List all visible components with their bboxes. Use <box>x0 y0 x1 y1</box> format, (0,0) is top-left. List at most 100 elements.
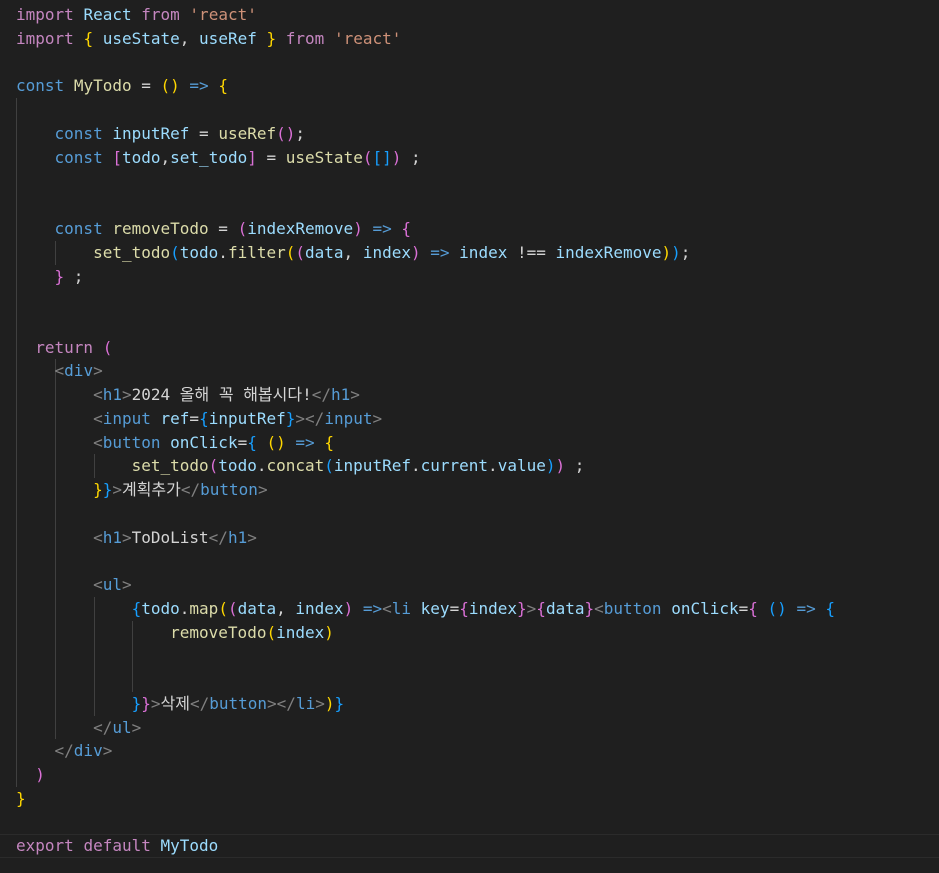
code-line[interactable]: ) <box>16 763 45 787</box>
code-token: h1 <box>102 528 122 547</box>
code-token: button <box>603 599 662 618</box>
code-token: } <box>584 599 595 618</box>
code-token: ></ <box>267 694 296 713</box>
code-line[interactable]: set_todo(todo.filter((data, index) => in… <box>16 241 690 265</box>
code-token: ) <box>343 599 354 618</box>
code-line[interactable]: const [todo,set_todo] = useState([]) ; <box>16 146 421 170</box>
code-token: const <box>54 124 103 143</box>
code-token: !== <box>507 243 556 262</box>
code-token: ( <box>237 219 248 238</box>
code-token: ) <box>391 148 402 167</box>
code-token: div <box>73 741 103 760</box>
code-token: > <box>131 718 142 737</box>
code-token: } <box>266 29 277 48</box>
code-token: button <box>102 433 161 452</box>
code-token: indexRemove <box>555 243 662 262</box>
code-line[interactable]: import { useState, useRef } from 'react' <box>16 27 401 51</box>
code-line[interactable]: import React from 'react' <box>16 3 257 27</box>
code-token: set_todo <box>170 148 248 167</box>
code-token: ) <box>661 243 672 262</box>
code-token: > <box>350 385 360 404</box>
code-token: inputRef <box>208 409 286 428</box>
code-token: </ <box>311 385 331 404</box>
code-token: ; <box>64 267 84 286</box>
code-token: ( <box>218 599 228 618</box>
code-token: = <box>131 76 161 95</box>
code-editor[interactable]: import React from 'react' import { useSta… <box>0 0 939 873</box>
code-token: 삭제 <box>160 694 190 713</box>
code-token: > <box>526 599 537 618</box>
code-token: div <box>64 361 94 380</box>
code-line[interactable]: {todo.map((data, index) =><li key={index… <box>16 597 835 621</box>
code-line[interactable]: }}>계획추가</button> <box>16 478 268 502</box>
code-line[interactable]: const removeTodo = (indexRemove) => { <box>16 217 411 241</box>
code-line[interactable]: const MyTodo = () => { <box>16 74 228 98</box>
code-token: ) <box>671 243 681 262</box>
code-line[interactable]: <button onClick={ () => { <box>16 431 334 455</box>
code-token: => <box>189 76 209 95</box>
code-token: h1 <box>227 528 248 547</box>
code-token: li <box>391 599 412 618</box>
code-line[interactable]: export default MyTodo <box>16 834 218 858</box>
code-token: ( <box>208 456 219 475</box>
code-token: index <box>362 243 411 262</box>
code-token: ref <box>160 409 190 428</box>
code-token: ( <box>170 243 180 262</box>
code-token: map <box>189 599 219 618</box>
code-line[interactable]: </ul> <box>16 716 141 740</box>
code-token: 계획추가 <box>121 480 181 499</box>
code-token: , <box>160 148 171 167</box>
code-line[interactable]: <h1>ToDoList</h1> <box>16 526 257 550</box>
code-line[interactable]: removeTodo(index) <box>16 621 334 645</box>
code-token: </ <box>208 528 228 547</box>
code-token: removeTodo <box>112 219 209 238</box>
code-line[interactable]: const inputRef = useRef(); <box>16 122 305 146</box>
code-line[interactable]: <ul> <box>16 573 132 597</box>
code-token: > <box>150 694 161 713</box>
code-token: const <box>54 148 103 167</box>
code-token: removeTodo <box>170 623 267 642</box>
code-line[interactable]: </div> <box>16 739 113 763</box>
code-line[interactable]: <input ref={inputRef}></input> <box>16 407 382 431</box>
code-token: , <box>179 29 200 48</box>
code-token: < <box>54 361 65 380</box>
code-line[interactable]: } <box>16 787 26 811</box>
code-line[interactable]: return ( <box>16 336 112 360</box>
code-token: ul <box>102 575 122 594</box>
code-token: () <box>266 433 286 452</box>
code-line[interactable]: set_todo(todo.concat(inputRef.current.va… <box>16 454 585 478</box>
code-line[interactable]: }}>삭제</button></li>)} <box>16 692 345 716</box>
code-token: () <box>767 599 787 618</box>
code-token: filter <box>227 243 286 262</box>
code-line[interactable]: <h1>2024 올해 꼭 해봅시다!</h1> <box>16 383 360 407</box>
code-token: () <box>276 124 296 143</box>
code-token: } <box>517 599 527 618</box>
code-token: ; <box>680 243 691 262</box>
code-line[interactable]: <div> <box>16 359 103 383</box>
code-token: key <box>420 599 450 618</box>
code-token: = <box>449 599 460 618</box>
code-token: > <box>121 575 132 594</box>
code-token: { <box>324 433 334 452</box>
code-token: </ <box>180 480 201 499</box>
code-line[interactable]: } ; <box>16 265 84 289</box>
code-token: 'react' <box>333 29 402 48</box>
